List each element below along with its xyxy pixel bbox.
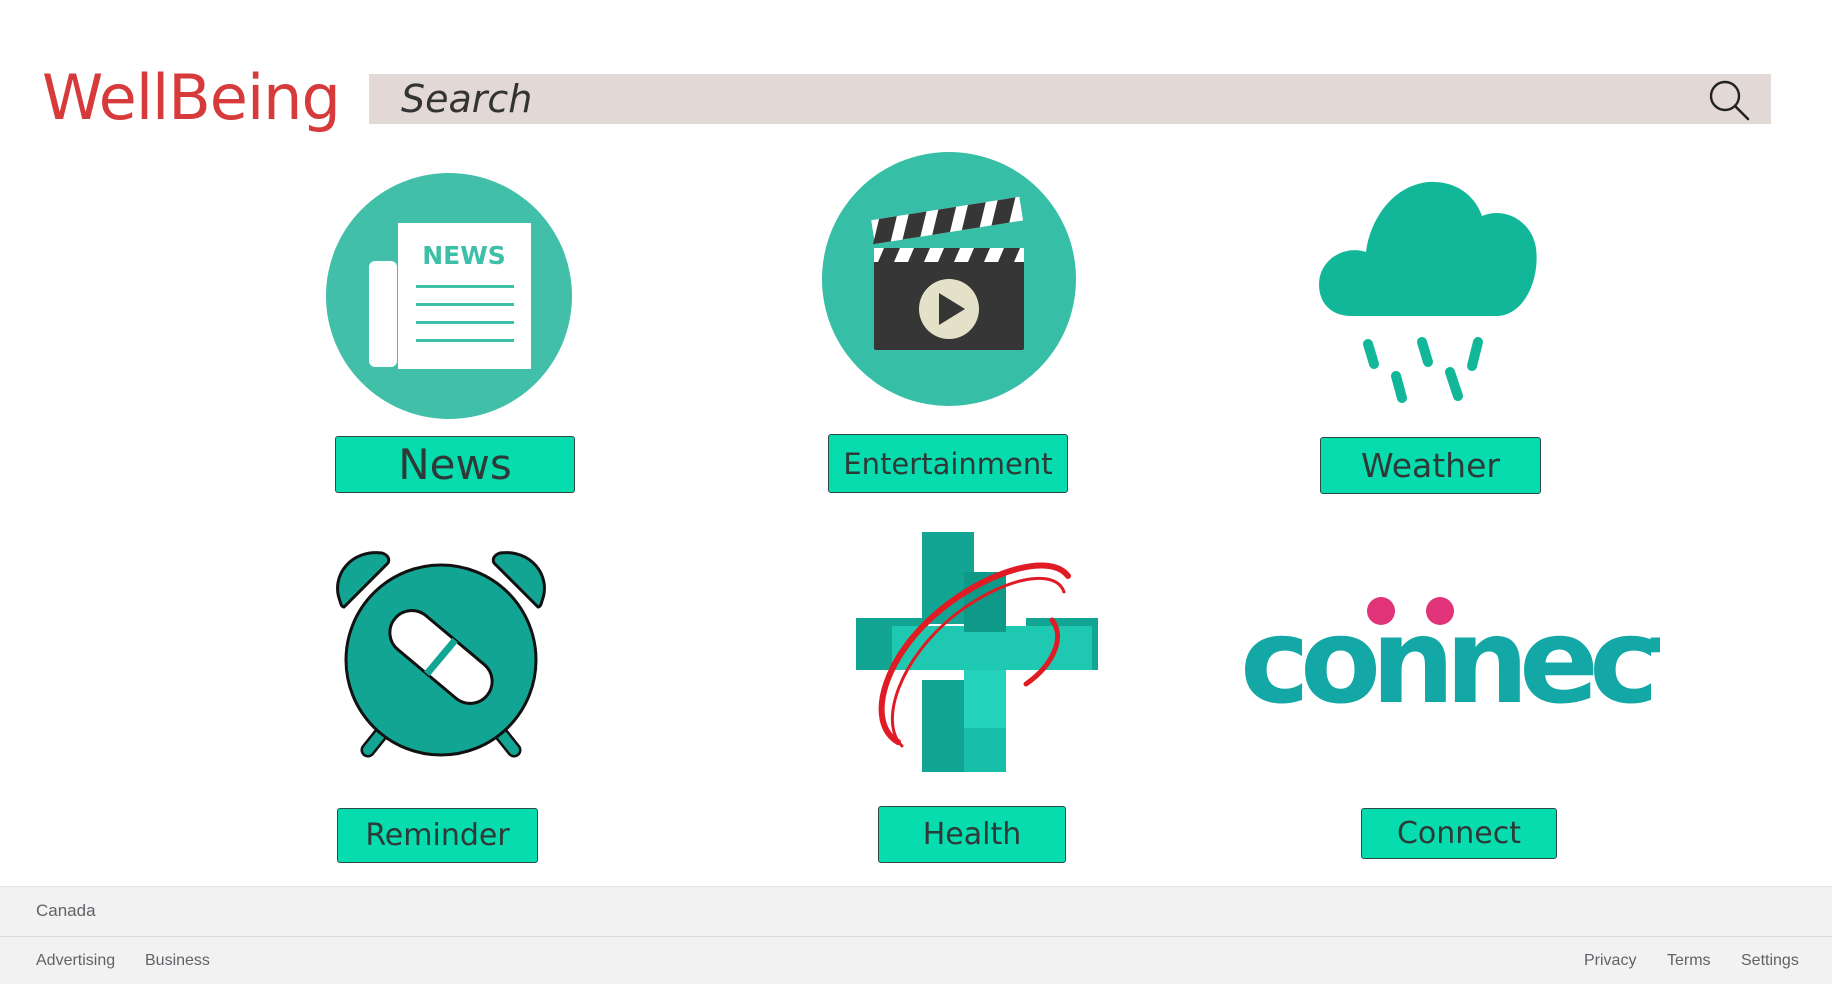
search-input[interactable] (369, 74, 1689, 124)
search-bar[interactable] (369, 74, 1771, 124)
weather-button[interactable]: Weather (1320, 437, 1541, 494)
connect-logo-icon[interactable]: connect (1240, 590, 1660, 710)
weather-button-label: Weather (1361, 446, 1500, 485)
newspaper-icon-label: NEWS (422, 241, 506, 270)
search-icon[interactable] (1707, 78, 1751, 122)
footer: Canada Advertising Business Privacy Term… (0, 886, 1832, 984)
footer-link-settings[interactable]: Settings (1741, 952, 1799, 970)
health-button-label: Health (922, 817, 1022, 852)
clapperboard-icon[interactable] (822, 152, 1076, 406)
entertainment-button[interactable]: Entertainment (828, 434, 1068, 493)
reminder-button-label: Reminder (365, 818, 510, 853)
entertainment-button-label: Entertainment (843, 446, 1053, 481)
news-button-label: News (398, 440, 512, 489)
footer-divider (0, 936, 1832, 937)
footer-link-privacy[interactable]: Privacy (1584, 952, 1636, 970)
reminder-button[interactable]: Reminder (337, 808, 538, 863)
connect-logo-text: connect (1240, 592, 1660, 710)
footer-country: Canada (36, 901, 96, 920)
connect-button-label: Connect (1396, 816, 1522, 851)
newspaper-icon[interactable]: NEWS (325, 173, 573, 419)
medical-cross-icon[interactable] (856, 532, 1098, 772)
footer-link-business[interactable]: Business (145, 952, 210, 970)
news-button[interactable]: News (335, 436, 575, 493)
footer-link-advertising[interactable]: Advertising (36, 952, 115, 970)
rain-cloud-icon[interactable] (1316, 176, 1542, 408)
connect-button[interactable]: Connect (1361, 808, 1557, 859)
brand-logo[interactable]: WellBeing (42, 58, 341, 138)
health-button[interactable]: Health (878, 806, 1066, 863)
footer-link-terms[interactable]: Terms (1667, 952, 1711, 970)
alarm-clock-pill-icon[interactable] (330, 545, 552, 775)
home-page: WellBeing NEWS News (0, 0, 1832, 984)
